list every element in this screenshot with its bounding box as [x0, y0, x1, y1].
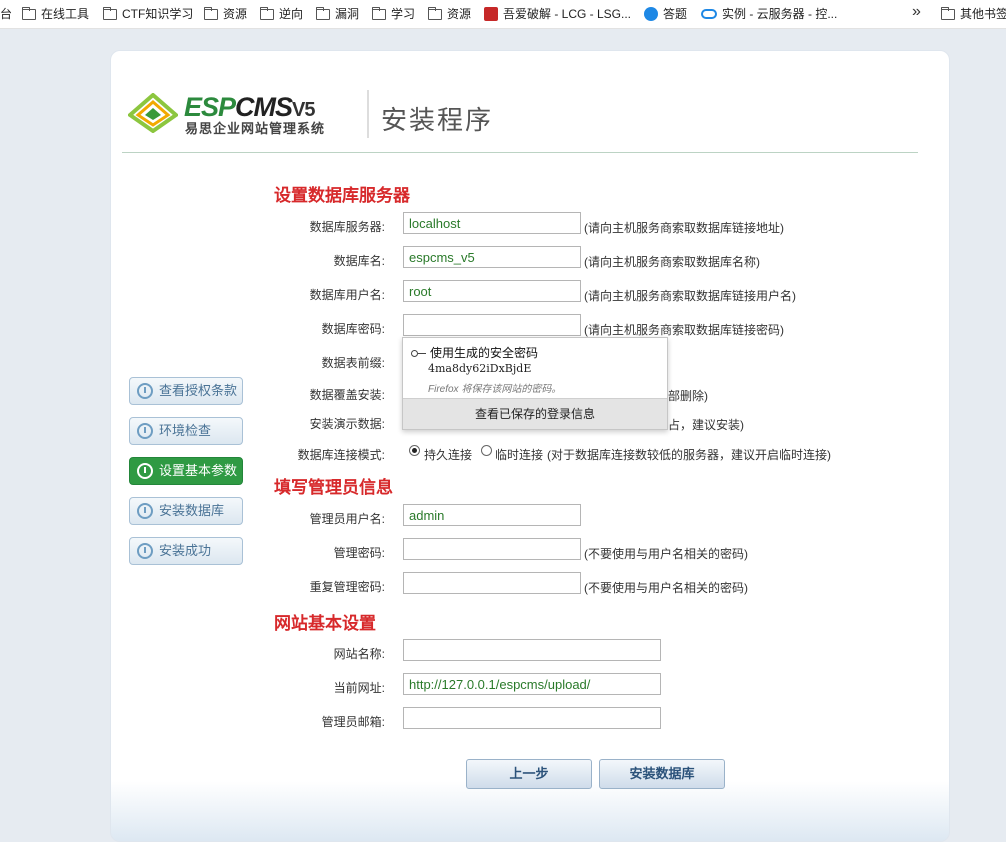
- folder-icon: [103, 7, 117, 20]
- bookmark-item[interactable]: 在线工具: [22, 6, 89, 22]
- admin-section-title: 填写管理员信息: [274, 478, 393, 497]
- bookmark-item[interactable]: 答题: [644, 6, 687, 22]
- logo-subtitle: 易思企业网站管理系统: [185, 121, 326, 136]
- folder-icon: [428, 7, 442, 20]
- bookmark-item[interactable]: CTF知识学习: [103, 6, 193, 22]
- bookmark-item-cut[interactable]: 台: [0, 6, 12, 22]
- folder-icon: [941, 7, 955, 20]
- connect-persistent-radio[interactable]: [409, 445, 420, 456]
- site-section-title: 网站基本设置: [274, 614, 376, 633]
- db-overwrite-label: 数据覆盖安装:: [309, 388, 385, 402]
- db-password-note: (请向主机服务商索取数据库链接密码): [584, 323, 784, 337]
- site-icon: [484, 7, 498, 21]
- view-saved-logins-button[interactable]: 查看已保存的登录信息: [403, 398, 667, 429]
- admin-password-repeat-note: (不要使用与用户名相关的密码): [584, 581, 748, 595]
- db-user-note: (请向主机服务商索取数据库链接用户名): [584, 289, 796, 303]
- prev-step-button[interactable]: 上一步: [466, 759, 592, 789]
- connect-persistent-label: 持久连接: [424, 448, 473, 462]
- db-password-input[interactable]: [403, 314, 581, 336]
- espcms-logo: ESPCMSV5 易思企业网站管理系统: [128, 88, 368, 144]
- generated-password[interactable]: 4ma8dy62iDxBjdE: [428, 362, 531, 375]
- folder-icon: [22, 7, 36, 20]
- db-name-label: 数据库名:: [333, 254, 385, 268]
- db-section-title: 设置数据库服务器: [274, 186, 410, 205]
- db-name-input[interactable]: [403, 246, 581, 268]
- folder-icon: [260, 7, 274, 20]
- site-url-input[interactable]: [403, 673, 661, 695]
- db-server-input[interactable]: [403, 212, 581, 234]
- admin-password-repeat-input[interactable]: [403, 572, 581, 594]
- bookmark-item[interactable]: 资源: [428, 6, 471, 22]
- site-name-label: 网站名称:: [333, 647, 385, 661]
- connect-mode-note: (对于数据库连接数较低的服务器，建议开启临时连接): [547, 448, 831, 462]
- db-server-label: 数据库服务器:: [309, 220, 385, 234]
- folder-icon: [316, 7, 330, 20]
- bookmark-item[interactable]: 吾爱破解 - LCG - LSG...: [484, 6, 631, 22]
- db-demo-note: 占，建议安装): [668, 418, 744, 432]
- bookmark-item[interactable]: 资源: [204, 6, 247, 22]
- bookmark-item[interactable]: 漏洞: [316, 6, 359, 22]
- bookmark-item[interactable]: 学习: [372, 6, 415, 22]
- admin-password-input[interactable]: [403, 538, 581, 560]
- step-icon: [137, 463, 153, 479]
- bookmark-item[interactable]: 逆向: [260, 6, 303, 22]
- admin-username-input[interactable]: [403, 504, 581, 526]
- admin-password-label: 管理密码:: [333, 546, 385, 560]
- admin-password-note: (不要使用与用户名相关的密码): [584, 547, 748, 561]
- use-generated-password[interactable]: 使用生成的安全密码: [411, 344, 538, 361]
- header-divider: [367, 90, 369, 138]
- connect-temporary-label: 临时连接: [495, 448, 544, 462]
- admin-email-label: 管理员邮箱:: [321, 715, 385, 729]
- chevron-double-right-icon[interactable]: »: [912, 3, 921, 21]
- key-icon: [411, 349, 427, 357]
- bookmark-other[interactable]: 其他书签: [941, 6, 1006, 22]
- folder-icon: [372, 7, 386, 20]
- bookmarks-toolbar: 台 在线工具 CTF知识学习 资源 逆向 漏洞 学习 资源 吾爱破解 - LCG…: [0, 0, 1006, 29]
- db-user-label: 数据库用户名:: [309, 288, 385, 302]
- folder-icon: [204, 7, 218, 20]
- install-database-button[interactable]: 安装数据库: [599, 759, 725, 789]
- connect-temporary-radio[interactable]: [481, 445, 492, 456]
- db-prefix-label: 数据表前缀:: [321, 356, 385, 370]
- admin-email-input[interactable]: [403, 707, 661, 729]
- admin-username-label: 管理员用户名:: [309, 512, 385, 526]
- site-name-input[interactable]: [403, 639, 661, 661]
- db-demo-label: 安装演示数据:: [309, 417, 385, 431]
- db-password-label: 数据库密码:: [321, 322, 385, 336]
- db-name-note: (请向主机服务商索取数据库名称): [584, 255, 760, 269]
- password-suggestion-popup: 使用生成的安全密码 4ma8dy62iDxBjdE Firefox 将保存该网站…: [402, 337, 668, 430]
- admin-password-repeat-label: 重复管理密码:: [309, 580, 385, 594]
- site-icon: [644, 7, 658, 21]
- espcms-logo-mark-icon: [128, 93, 178, 133]
- db-server-note: (请向主机服务商索取数据库链接地址): [584, 221, 784, 235]
- db-overwrite-note: 部删除): [668, 389, 708, 403]
- db-connect-mode-label: 数据库连接模式:: [297, 448, 385, 462]
- password-save-hint: Firefox 将保存该网站的密码。: [428, 384, 562, 395]
- db-user-input[interactable]: [403, 280, 581, 302]
- header-rule: [122, 152, 918, 153]
- page-title: 安装程序: [381, 105, 494, 135]
- site-url-label: 当前网址:: [333, 681, 385, 695]
- bookmark-item[interactable]: 实例 - 云服务器 - 控...: [701, 6, 837, 22]
- cloud-icon: [701, 9, 717, 19]
